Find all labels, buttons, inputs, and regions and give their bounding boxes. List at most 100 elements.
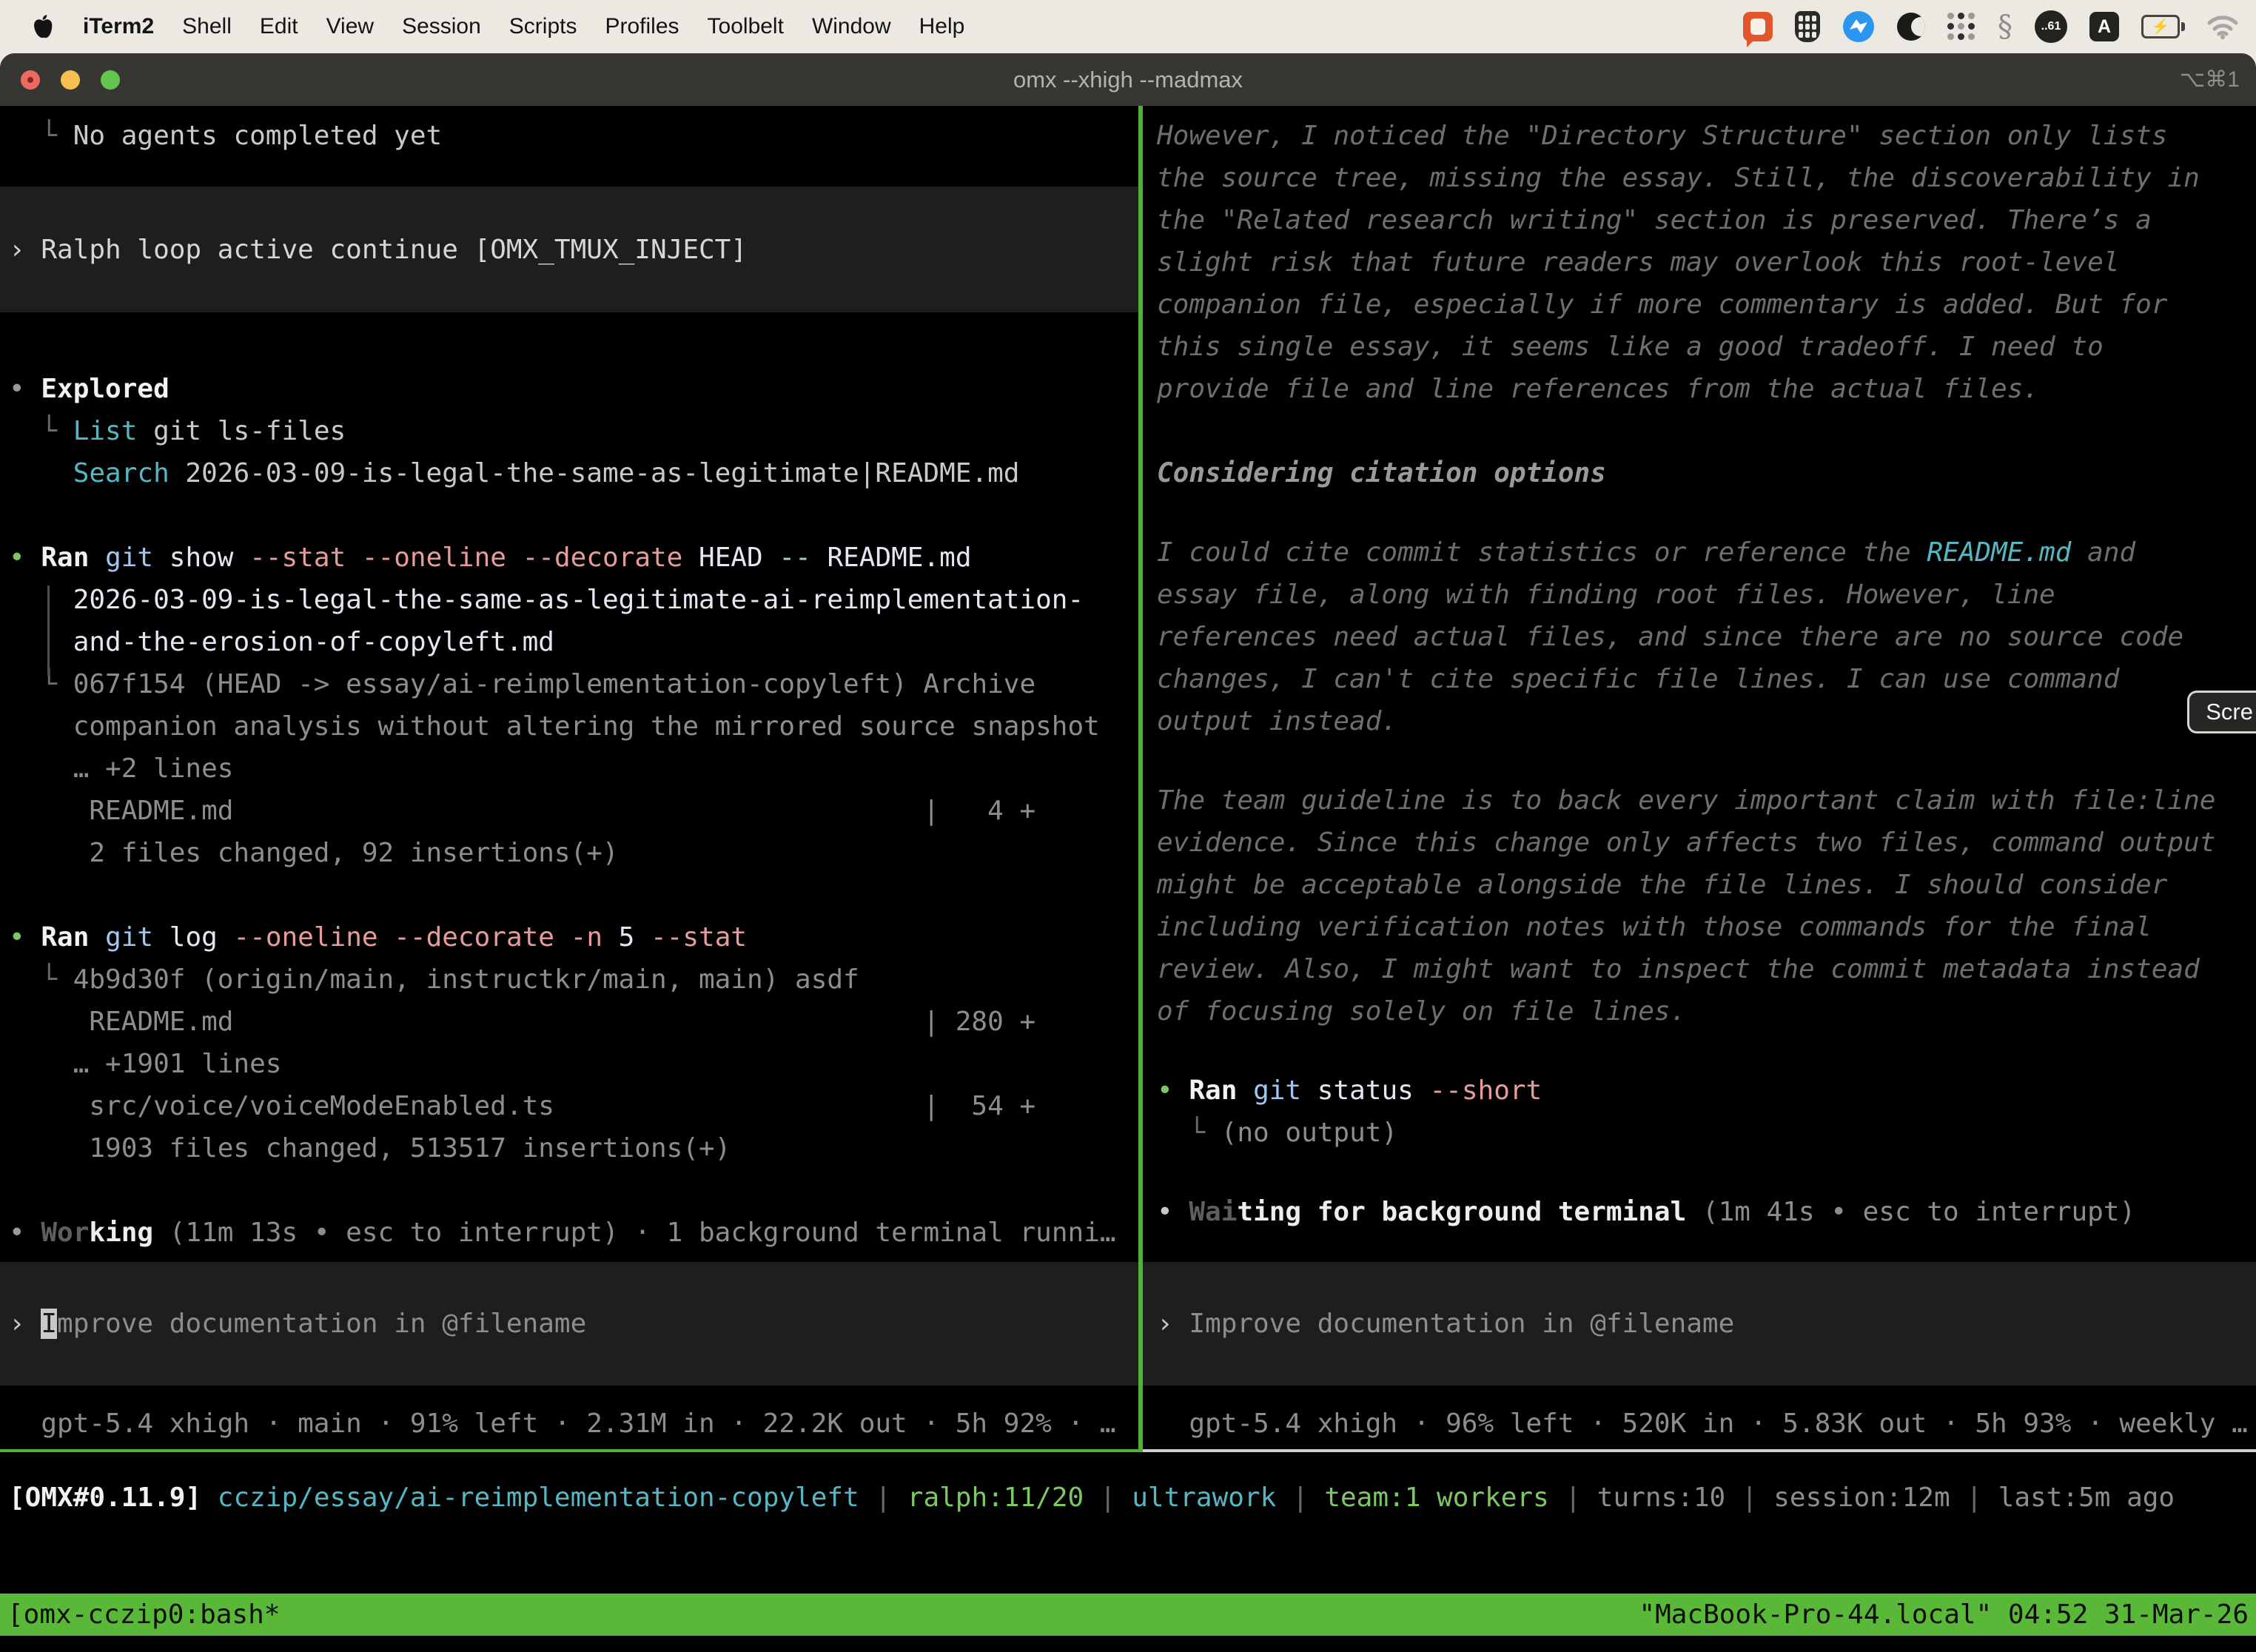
spacer: [1157, 1032, 2256, 1070]
terminal-line: … +2 lines: [9, 748, 1138, 790]
terminal-line: • Ran git show --stat --oneline --decora…: [9, 537, 1138, 579]
iterm-window: omx --xhigh --madmax ⌥⌘1 └ No agents com…: [0, 53, 2256, 1652]
terminal-line: this single essay, it seems like a good …: [1157, 326, 2256, 368]
menu-items: iTerm2 Shell Edit View Session Scripts Profile…: [83, 14, 964, 39]
traffic-lights: [21, 70, 120, 90]
dots-grid-icon[interactable]: [1947, 13, 1975, 41]
menu-item-shell[interactable]: Shell: [182, 14, 232, 39]
right-pane-border: [1143, 1449, 2256, 1452]
terminal-line: companion file, especially if more comme…: [1157, 283, 2256, 326]
terminal-line: including verification notes with those …: [1157, 906, 2256, 948]
terminal-line: • Ran git status --short: [1157, 1070, 2256, 1112]
spacer: [9, 874, 1138, 916]
screen: iTerm2 Shell Edit View Session Scripts Profile…: [0, 0, 2256, 1652]
terminal-line: … +1901 lines: [9, 1043, 1138, 1085]
terminal-line: references need actual files, and since …: [1157, 616, 2256, 658]
left-pane-border: [0, 1449, 1138, 1452]
terminal-line: • Explored: [9, 368, 1138, 410]
menu-item-scripts[interactable]: Scripts: [509, 14, 577, 39]
window-title: omx --xhigh --madmax: [1013, 67, 1243, 93]
text-cursor: I: [41, 1309, 57, 1339]
terminal-line: the source tree, missing the essay. Stil…: [1157, 157, 2256, 199]
messenger-icon[interactable]: [1842, 10, 1875, 43]
terminal-line: src/voice/voiceModeEnabled.ts | 54 +: [9, 1085, 1138, 1127]
spacer: [1157, 1233, 2256, 1262]
tmux-host-time-label: "MacBook-Pro-44.local" 04:52 31-Mar-26: [1639, 1599, 2249, 1630]
terminal-line: 1903 files changed, 513517 insertions(+): [9, 1127, 1138, 1169]
terminal-line: • Ran git log --oneline --decorate -n 5 …: [9, 916, 1138, 958]
prompt-box: › Ralph loop active continue [OMX_TMUX_I…: [0, 187, 1138, 312]
menu-item-help[interactable]: Help: [919, 14, 965, 39]
terminal-line: The team guideline is to back every impo…: [1157, 779, 2256, 822]
menu-item-session[interactable]: Session: [402, 14, 481, 39]
right-pane[interactable]: However, I noticed the "Directory Struct…: [1143, 106, 2256, 1449]
spacer: [1157, 494, 2256, 531]
terminal-line: └ 067f154 (HEAD -> essay/ai-reimplementa…: [9, 663, 1138, 705]
spacer: [1157, 742, 2256, 779]
terminal-line: 2026-03-09-is-legal-the-same-as-legitima…: [9, 579, 1138, 621]
screen-notification[interactable]: Scre: [2187, 691, 2256, 733]
menu-item-view[interactable]: View: [326, 14, 374, 39]
spacer: [1157, 410, 2256, 452]
apple-menu-icon[interactable]: [31, 14, 56, 39]
terminal-line: Search 2026-03-09-is-legal-the-same-as-l…: [9, 452, 1138, 494]
terminal-line: └ 4b9d30f (origin/main, instructkr/main,…: [9, 958, 1138, 1001]
tmux-session-label: [omx-cczip0:bash*: [7, 1599, 280, 1630]
title-bar[interactable]: omx --xhigh --madmax ⌥⌘1: [0, 53, 2256, 106]
menu-item-edit[interactable]: Edit: [260, 14, 298, 39]
terminal-line: gpt-5.4 xhigh · 96% left · 520K in · 5.8…: [1157, 1403, 2256, 1445]
spacer: [9, 312, 1138, 368]
terminal-line: README.md | 280 +: [9, 1001, 1138, 1043]
menu-item-window[interactable]: Window: [812, 14, 891, 39]
terminal-line: └ (no output): [1157, 1112, 2256, 1154]
wifi-icon[interactable]: [2207, 14, 2238, 39]
terminal-line: changes, I can't cite specific file line…: [1157, 658, 2256, 700]
terminal-line: README.md | 4 +: [9, 790, 1138, 832]
screenshot-chat-icon[interactable]: [1743, 12, 1773, 41]
terminal-line: However, I noticed the "Directory Struct…: [1157, 115, 2256, 157]
keypad-shield-icon[interactable]: [1795, 11, 1820, 42]
prompt-box: › Improve documentation in @filename: [1143, 1262, 2256, 1386]
battery-icon[interactable]: ⚡: [2141, 15, 2185, 38]
contrast-icon[interactable]: [1897, 13, 1925, 41]
battery-61-badge[interactable]: ..61: [2035, 10, 2067, 43]
terminal-line: might be acceptable alongside the file l…: [1157, 864, 2256, 906]
tree-connector: [47, 585, 50, 676]
terminal-line: slight risk that future readers may over…: [1157, 241, 2256, 283]
prompt-box: › Improve documentation in @filename: [0, 1262, 1138, 1386]
terminal-line: essay file, along with finding root file…: [1157, 574, 2256, 616]
input-source-icon[interactable]: A: [2089, 12, 2119, 41]
spacer: [9, 157, 1138, 187]
zoom-button[interactable]: [101, 70, 120, 90]
terminal-line: of focusing solely on file lines.: [1157, 990, 2256, 1032]
terminal-line: evidence. Since this change only affects…: [1157, 822, 2256, 864]
close-button[interactable]: [21, 70, 40, 90]
minimize-button[interactable]: [61, 70, 80, 90]
left-pane[interactable]: └ No agents completed yet › Ralph loop ac…: [0, 106, 1138, 1449]
terminal-line: └ No agents completed yet: [9, 115, 1138, 157]
menu-item-iterm2[interactable]: iTerm2: [83, 14, 154, 39]
spacer: [9, 1254, 1138, 1262]
terminal-line: • Working (11m 13s • esc to interrupt) ·…: [9, 1212, 1138, 1254]
terminal-line: Considering citation options: [1157, 452, 2256, 494]
terminal-line: review. Also, I might want to inspect th…: [1157, 948, 2256, 990]
spacer: [9, 1169, 1138, 1212]
spacer: [1157, 1386, 2256, 1403]
terminal-line: gpt-5.4 xhigh · main · 91% left · 2.31M …: [9, 1403, 1138, 1445]
squiggle-icon[interactable]: §: [1998, 10, 2012, 44]
window-shortcut-badge: ⌥⌘1: [2180, 67, 2240, 93]
terminal-line: companion analysis without altering the …: [9, 705, 1138, 748]
terminal-line: output instead.: [1157, 700, 2256, 742]
terminal-line: • Waiting for background terminal (1m 41…: [1157, 1191, 2256, 1233]
spacer: [9, 494, 1138, 537]
menu-bar: iTerm2 Shell Edit View Session Scripts Profile…: [0, 0, 2256, 53]
terminal-line: the "Related research writing" section i…: [1157, 199, 2256, 241]
menu-item-toolbelt[interactable]: Toolbelt: [708, 14, 784, 39]
menu-item-profiles[interactable]: Profiles: [605, 14, 679, 39]
spacer: [9, 1386, 1138, 1403]
terminal-line: I could cite commit statistics or refere…: [1157, 531, 2256, 574]
menu-status-icons: § ..61 A ⚡: [1743, 10, 2238, 44]
terminal-line: 2 files changed, 92 insertions(+): [9, 832, 1138, 874]
terminal: └ No agents completed yet › Ralph loop ac…: [0, 106, 2256, 1652]
terminal-line: └ List git ls-files: [9, 410, 1138, 452]
